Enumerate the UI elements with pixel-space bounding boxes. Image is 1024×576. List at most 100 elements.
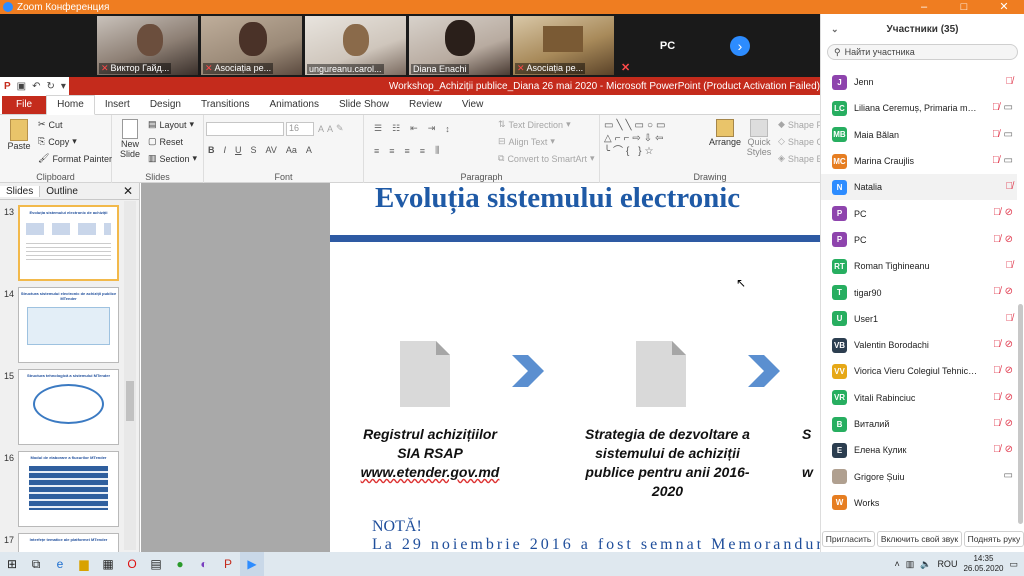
increase-indent-icon[interactable]: ⇥	[428, 123, 436, 134]
clear-format-icon[interactable]: ✎	[336, 123, 344, 134]
slide-title[interactable]: Evoluția sistemului electronic	[375, 183, 740, 215]
participant-row[interactable]: P PC 🎙̸ ⊘	[821, 200, 1017, 226]
tray-arrow-icon[interactable]: ˄	[894, 559, 899, 569]
tab-slides[interactable]: Slides	[0, 185, 41, 197]
file-explorer-icon[interactable]: ▆	[72, 552, 96, 576]
mic-muted-icon[interactable]: 🎙̸	[1006, 181, 1014, 192]
tab-design[interactable]: Design	[140, 99, 191, 114]
shapes-gallery[interactable]: ▭╲╲▭○▭ △⌐⌐⇨⇩⇦ ╰⌒{ }☆	[604, 119, 704, 158]
paint-icon[interactable]: ◐	[192, 552, 216, 576]
camera-off-icon[interactable]: ⊘	[1005, 207, 1013, 218]
scrollbar[interactable]	[124, 201, 136, 550]
participant-row[interactable]: N Natalia 🎙̸	[821, 174, 1017, 201]
task-view-icon[interactable]: ⧉	[24, 552, 48, 576]
camera-off-icon[interactable]: ⊘	[1005, 365, 1013, 376]
video-tile[interactable]: Diana Enachi	[409, 16, 510, 75]
participant-row[interactable]: J Jenn 🎙̸	[821, 69, 1017, 95]
format-painter-button[interactable]: 🖌 Format Painter	[38, 153, 112, 164]
camera-off-icon[interactable]: ⊘	[1005, 418, 1013, 429]
tab-transitions[interactable]: Transitions	[191, 99, 260, 114]
change-case-icon[interactable]: Aa	[286, 145, 297, 155]
video-tile[interactable]: ✕ Виктор Гайд...	[97, 16, 198, 75]
mic-muted-icon[interactable]: 🎙̸	[1006, 313, 1014, 324]
caption-strategy[interactable]: Strategia de dezvoltare a sistemului de …	[570, 425, 765, 501]
participant-row[interactable]: MB Maia Bălan 🎙̸ ▭	[821, 122, 1017, 148]
slide-thumbnail[interactable]: 13 Evoluția sistemului electronic de ach…	[2, 205, 120, 285]
slide-thumbnail[interactable]: 14 Structura sistemului electronic de ac…	[2, 287, 120, 367]
undo-icon[interactable]: ↶	[32, 81, 40, 92]
slide-canvas[interactable]: Evoluția sistemului electronic Registrul…	[141, 183, 820, 552]
camera-icon[interactable]: ▭	[1004, 155, 1013, 166]
numbering-icon[interactable]: ☷	[392, 123, 400, 134]
participant-search-input[interactable]: ⚲ Найти участника	[827, 44, 1018, 60]
nota-heading[interactable]: NOTĂ!	[372, 518, 422, 536]
windows-start-icon[interactable]: ⊞	[0, 552, 24, 576]
align-left-icon[interactable]: ≡	[374, 146, 379, 156]
notifications-icon[interactable]: ▭	[1009, 559, 1018, 570]
quick-styles-button[interactable]: Quick Styles	[744, 119, 774, 157]
mic-muted-icon[interactable]: 🎙̸	[992, 155, 1000, 166]
participant-row[interactable]: LC Liliana Ceremuș, Primaria mun.B... 🎙̸ ▭	[821, 95, 1017, 121]
scrollbar-thumb[interactable]	[126, 381, 134, 421]
mic-muted-icon[interactable]: 🎙̸	[993, 444, 1001, 455]
arrange-button[interactable]: Arrange	[708, 119, 742, 147]
camera-off-icon[interactable]: ⊘	[1005, 444, 1013, 455]
keyboard-language[interactable]: ROU	[937, 559, 957, 569]
maximize-button[interactable]: □	[944, 0, 984, 14]
caption-third[interactable]: S w	[802, 425, 820, 482]
participant-row[interactable]: W Works	[821, 490, 1017, 516]
video-tile[interactable]: ✕ Asociația pe...	[513, 16, 614, 75]
network-icon[interactable]: ▥	[906, 559, 915, 570]
italic-icon[interactable]: I	[224, 145, 227, 155]
tab-slide-show[interactable]: Slide Show	[329, 99, 399, 114]
video-tile[interactable]: PC ✕	[617, 16, 718, 75]
camera-off-icon[interactable]: ⊘	[1005, 339, 1013, 350]
align-right-icon[interactable]: ≡	[405, 146, 410, 156]
line-spacing-icon[interactable]: ↕	[445, 124, 450, 134]
chevron-right-icon[interactable]: ›	[730, 36, 750, 56]
minimize-button[interactable]: –	[904, 0, 944, 14]
nota-text[interactable]: La 29 noiembrie 2016 a fost semnat Memor…	[372, 536, 820, 552]
slide-thumbnail[interactable]: 16 Modul de elaborare a fluxurilor MTend…	[2, 451, 120, 531]
mic-muted-icon[interactable]: 🎙̸	[993, 365, 1001, 376]
camera-icon[interactable]: ▭	[1004, 129, 1013, 140]
scrollbar-thumb[interactable]	[1018, 304, 1023, 524]
tab-outline[interactable]: Outline	[40, 186, 84, 197]
customize-qat-icon[interactable]: ▾	[61, 81, 66, 92]
paste-button[interactable]: Paste	[4, 119, 34, 151]
tab-file[interactable]: File	[2, 96, 47, 114]
reset-button[interactable]: ▢ Reset	[148, 136, 183, 147]
video-tile[interactable]: ungureanu.carol...	[305, 16, 406, 75]
tab-animations[interactable]: Animations	[260, 99, 329, 114]
close-pane-icon[interactable]: ✕	[123, 184, 133, 198]
caption-registry[interactable]: Registrul achizițiilor SIA RSAP www.eten…	[340, 425, 520, 482]
mic-muted-icon[interactable]: 🎙̸	[993, 418, 1001, 429]
mic-muted-icon[interactable]: 🎙̸	[993, 392, 1001, 403]
char-spacing-icon[interactable]: AV	[266, 145, 277, 155]
camera-off-icon[interactable]: ⊘	[1005, 392, 1013, 403]
underline-icon[interactable]: U	[235, 145, 242, 155]
tab-insert[interactable]: Insert	[95, 99, 140, 114]
font-color-icon[interactable]: A	[306, 145, 312, 155]
columns-icon[interactable]: ⫼	[435, 145, 439, 156]
font-name-field[interactable]	[206, 122, 284, 136]
close-button[interactable]: ✕	[984, 0, 1024, 14]
shape-fill-button[interactable]: ◆ Shape F	[778, 119, 822, 130]
participant-row[interactable]: RT Roman Tighineanu 🎙̸	[821, 253, 1017, 279]
decrease-indent-icon[interactable]: ⇤	[410, 123, 418, 134]
participant-row[interactable]: E Елена Кулик 🎙̸ ⊘	[821, 437, 1017, 463]
cut-button[interactable]: ✂ Cut	[38, 119, 63, 130]
participant-row[interactable]: VR Vitali Rabinciuc 🎙̸ ⊘	[821, 385, 1017, 411]
copy-button[interactable]: ⎘ Copy ▾	[38, 136, 77, 147]
video-tile[interactable]: ✕ Asociația pe...	[201, 16, 302, 75]
camera-off-icon[interactable]: ⊘	[1005, 286, 1013, 297]
mic-muted-icon[interactable]: 🎙̸	[993, 207, 1001, 218]
shape-effects-button[interactable]: ◈ Shape E	[778, 153, 822, 164]
tab-view[interactable]: View	[452, 99, 494, 114]
mic-muted-icon[interactable]: 🎙̸	[992, 129, 1000, 140]
redo-icon[interactable]: ↻	[47, 81, 55, 92]
torrent-icon[interactable]: ●	[168, 552, 192, 576]
calculator-icon[interactable]: ▤	[144, 552, 168, 576]
opera-icon[interactable]: O	[120, 552, 144, 576]
mic-muted-icon[interactable]: 🎙̸	[993, 286, 1001, 297]
